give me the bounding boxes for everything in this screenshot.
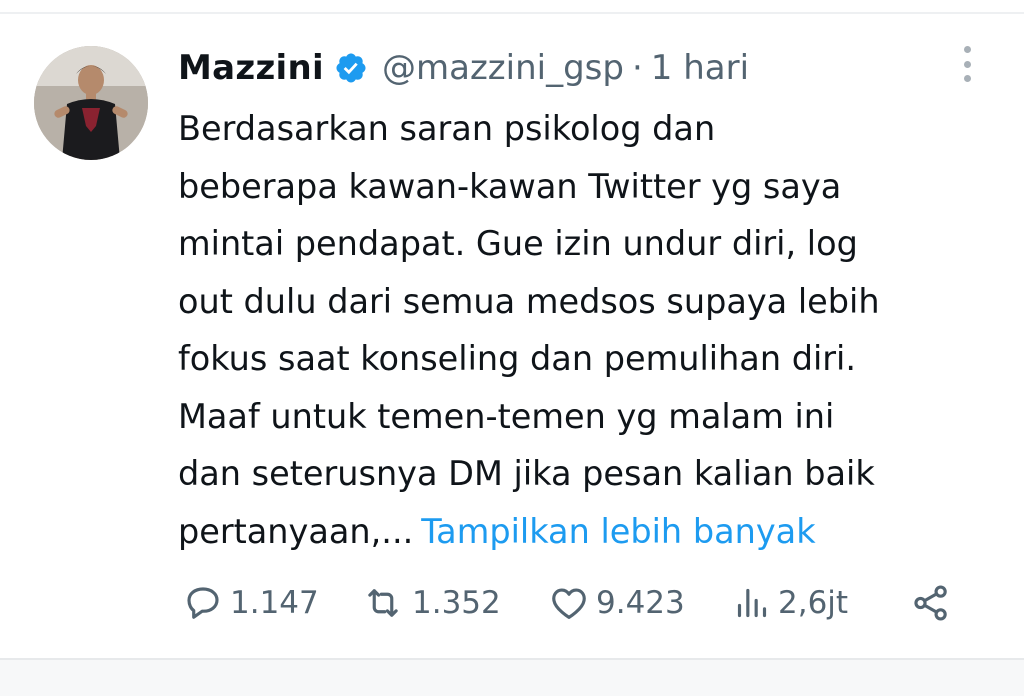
reply-icon [187,587,219,619]
like-button[interactable]: 9.423 [548,578,685,628]
tweet-line: beberapa kawan-kawan Twitter yg saya [178,166,842,206]
next-tweet-edge [0,660,1024,696]
share-button[interactable] [910,578,952,628]
reply-count: 1.147 [230,585,319,621]
views-icon [737,588,767,618]
like-count: 9.423 [596,585,685,621]
separator-dot: · [631,48,643,88]
retweet-button[interactable]: 1.352 [360,578,501,628]
tweet-line: mintai pendapat. Gue izin undur diri, lo… [178,224,858,263]
more-options-icon[interactable] [960,46,974,82]
author-handle[interactable]: @mazzini_gsp [382,48,624,88]
share-icon [914,585,947,621]
tweet-line: out dulu dari semua medsos supaya lebih [178,281,880,321]
tweet-line: dan seterusnya DM jika pesan kalian baik [178,454,875,493]
tweet-line-last: pertanyaan,... Tampilkan lebih banyak [178,503,998,561]
author-name[interactable]: Mazzini [178,48,324,88]
tweet-line: Maaf untuk temen-temen yg malam ini [178,396,835,436]
verified-badge-icon [336,53,366,83]
show-more-link[interactable]: Tampilkan lebih banyak [421,512,815,551]
retweet-icon [368,589,398,617]
tweet-line: Berdasarkan saran psikolog dan [178,109,716,148]
tweet-text: Berdasarkan saran psikolog dan beberapa … [178,100,998,560]
avatar[interactable] [34,46,148,160]
like-icon [552,588,586,619]
tweet-actions: 1.147 1.352 9.423 2,6jt [182,578,962,628]
reply-button[interactable]: 1.147 [182,578,319,628]
views-count: 2,6jt [778,585,849,621]
tweet-time[interactable]: 1 hari [651,48,749,88]
tweet-line-text: pertanyaan,... [178,511,414,551]
retweet-count: 1.352 [412,585,501,621]
tweet-header: Mazzini @mazzini_gsp · 1 hari [178,44,749,92]
views-button[interactable]: 2,6jt [732,578,848,628]
top-divider [0,12,1024,14]
tweet-line: fokus saat konseling dan pemulihan diri. [178,339,857,378]
